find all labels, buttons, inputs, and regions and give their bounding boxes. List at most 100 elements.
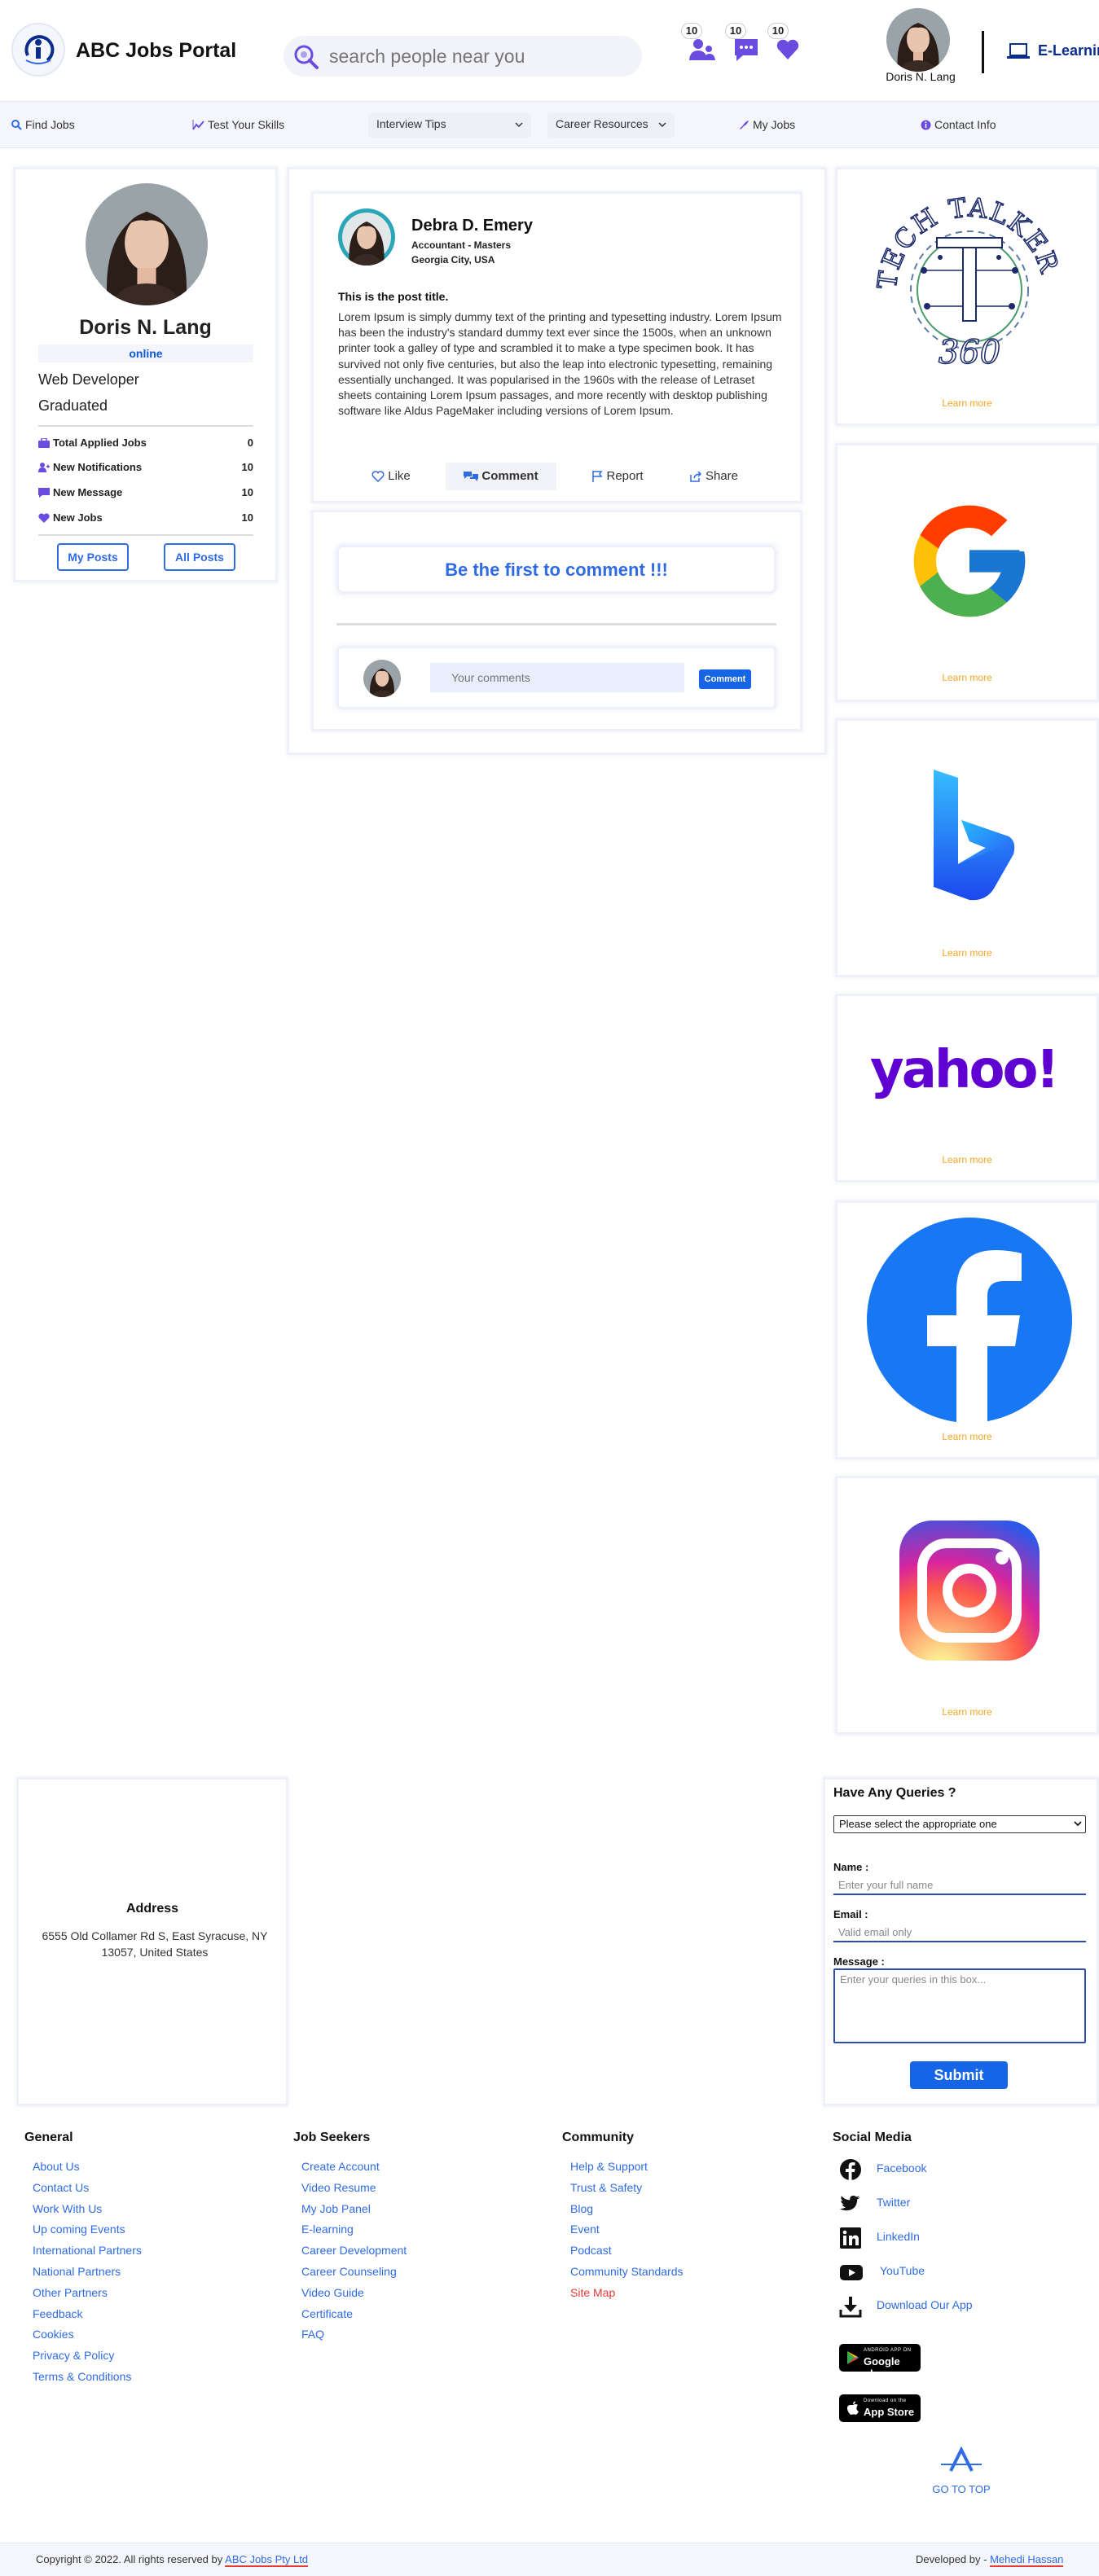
footer-link[interactable]: Event: [570, 2223, 600, 2236]
go-to-top-button[interactable]: GO TO TOP: [929, 2446, 994, 2495]
copyright-owner-link[interactable]: ABC Jobs Pty Ltd: [225, 2553, 309, 2567]
profile-education: Graduated: [38, 397, 108, 414]
heart-outline-icon: [371, 471, 385, 483]
nav-contact-info[interactable]: Contact Info: [921, 118, 996, 131]
ad-bing[interactable]: Learn more: [835, 718, 1099, 977]
user-name[interactable]: Doris N. Lang: [864, 70, 978, 83]
footer-link[interactable]: Trust & Safety: [570, 2181, 642, 2194]
footer-link[interactable]: Privacy & Policy: [33, 2349, 114, 2362]
footer-social-title: Social Media: [833, 2131, 912, 2144]
footer-link[interactable]: E-learning: [301, 2223, 354, 2236]
brand-name[interactable]: ABC Jobs Portal: [76, 39, 236, 63]
post-author-avatar[interactable]: [338, 208, 395, 265]
download-app-link[interactable]: Download Our App: [839, 2297, 973, 2318]
post-author-name[interactable]: Debra D. Emery: [411, 217, 533, 235]
ad-instagram[interactable]: Learn more: [835, 1476, 1099, 1735]
ad-facebook[interactable]: Learn more: [835, 1200, 1099, 1459]
people-search[interactable]: [284, 36, 642, 77]
ad-techtalker[interactable]: TECH TALKER 360 Learn more: [835, 167, 1099, 426]
post-author-avatar-image: [338, 208, 395, 265]
learn-more-link[interactable]: Learn more: [837, 1706, 1097, 1718]
messages-button[interactable]: 10: [725, 23, 766, 64]
nav-my-jobs[interactable]: My Jobs: [738, 118, 795, 131]
footer-link[interactable]: Cookies: [33, 2328, 74, 2341]
footer-link[interactable]: Up coming Events: [33, 2223, 125, 2236]
all-posts-button[interactable]: All Posts: [164, 543, 235, 571]
footer-link[interactable]: About Us: [33, 2160, 80, 2173]
footer-link[interactable]: Certificate: [301, 2307, 353, 2320]
footer-link[interactable]: Podcast: [570, 2244, 612, 2257]
search-icon[interactable]: [290, 41, 323, 73]
name-field[interactable]: Enter your full name: [833, 1877, 1086, 1895]
learn-more-link[interactable]: Learn more: [837, 947, 1097, 959]
footer-link[interactable]: Work With Us: [33, 2202, 102, 2215]
search-input[interactable]: [329, 44, 622, 68]
friend-requests-button[interactable]: 10: [681, 23, 722, 64]
favorites-button[interactable]: 10: [767, 23, 808, 64]
stat-new-jobs[interactable]: New Jobs 10: [38, 511, 253, 526]
social-linkedin-link[interactable]: LinkedIn: [839, 2227, 920, 2249]
comment-button[interactable]: Comment: [446, 463, 556, 490]
footer-link[interactable]: Create Account: [301, 2160, 380, 2173]
nav-test-skills-label: Test Your Skills: [208, 118, 285, 131]
footer-link[interactable]: Video Resume: [301, 2181, 376, 2194]
learn-more-link[interactable]: Learn more: [837, 1154, 1097, 1165]
developer-link[interactable]: Mehedi Hassan: [990, 2553, 1064, 2567]
footer-link[interactable]: Terms & Conditions: [33, 2370, 131, 2383]
email-field[interactable]: Valid email only: [833, 1924, 1086, 1942]
social-linkedin-label: LinkedIn: [877, 2230, 920, 2243]
comment-submit-button[interactable]: Comment: [699, 669, 751, 689]
google-play-badge[interactable]: ANDROID APP ON Google play: [839, 2344, 921, 2380]
comment-input[interactable]: [430, 663, 684, 692]
footer-link[interactable]: Video Guide: [301, 2286, 364, 2299]
share-button[interactable]: Share: [677, 463, 750, 490]
copyright-text: Copyright © 2022. All rights reserved by…: [36, 2553, 309, 2567]
social-youtube-link[interactable]: YouTube: [839, 2264, 925, 2280]
footer-link[interactable]: Community Standards: [570, 2265, 684, 2278]
learn-more-link[interactable]: Learn more: [837, 397, 1097, 409]
stat-total-applied-jobs[interactable]: Total Applied Jobs 0: [38, 437, 253, 451]
nav-career-resources-dropdown[interactable]: Career Resources: [547, 113, 675, 138]
footer-link[interactable]: Site Map: [570, 2286, 615, 2299]
footer-link[interactable]: Career Development: [301, 2244, 407, 2257]
elearning-link[interactable]: E-Learning: [1007, 42, 1099, 60]
social-twitter-label: Twitter: [877, 2196, 911, 2209]
like-button[interactable]: Like: [363, 463, 420, 490]
footer-link[interactable]: Help & Support: [570, 2160, 648, 2173]
footer-link[interactable]: Other Partners: [33, 2286, 108, 2299]
footer-link[interactable]: Contact Us: [33, 2181, 89, 2194]
post-title: This is the post title.: [338, 290, 449, 303]
app-store-badge[interactable]: Download on the App Store: [839, 2394, 921, 2422]
info-icon: [921, 120, 931, 130]
ad-google[interactable]: Learn more: [835, 443, 1099, 702]
divider: [38, 534, 253, 536]
report-button[interactable]: Report: [581, 463, 654, 490]
social-twitter-link[interactable]: Twitter: [839, 2196, 911, 2211]
learn-more-link[interactable]: Learn more: [837, 1431, 1097, 1442]
footer-jobseekers-title: Job Seekers: [293, 2131, 371, 2144]
my-posts-button[interactable]: My Posts: [57, 543, 129, 571]
footer-link[interactable]: Feedback: [33, 2307, 82, 2320]
social-facebook-link[interactable]: Facebook: [839, 2159, 926, 2180]
message-field[interactable]: Enter your queries in this box...: [833, 1968, 1086, 2043]
nav-interview-tips-dropdown[interactable]: Interview Tips: [368, 113, 531, 138]
stat-new-notifications[interactable]: New Notifications 10: [38, 461, 253, 476]
profile-photo-image: [86, 183, 208, 305]
stat-new-message[interactable]: New Message 10: [38, 486, 253, 501]
user-avatar[interactable]: [886, 8, 950, 72]
ad-yahoo[interactable]: yahoo! Learn more: [835, 994, 1099, 1183]
footer-link[interactable]: My Job Panel: [301, 2202, 371, 2215]
brand-logo[interactable]: [11, 23, 65, 77]
footer-link[interactable]: Blog: [570, 2202, 593, 2215]
learn-more-link[interactable]: Learn more: [837, 672, 1097, 683]
submit-button[interactable]: Submit: [910, 2061, 1008, 2089]
query-type-select[interactable]: Please select the appropriate one: [833, 1815, 1086, 1833]
profile-photo[interactable]: [86, 183, 208, 305]
footer-link[interactable]: National Partners: [33, 2265, 121, 2278]
nav-test-skills[interactable]: Test Your Skills: [192, 118, 284, 131]
footer-link[interactable]: Career Counseling: [301, 2265, 397, 2278]
footer-link[interactable]: FAQ: [301, 2328, 324, 2341]
nav-find-jobs[interactable]: Find Jobs: [11, 118, 75, 131]
footer-link[interactable]: International Partners: [33, 2244, 142, 2257]
developer-label: Developed by -: [916, 2553, 987, 2565]
